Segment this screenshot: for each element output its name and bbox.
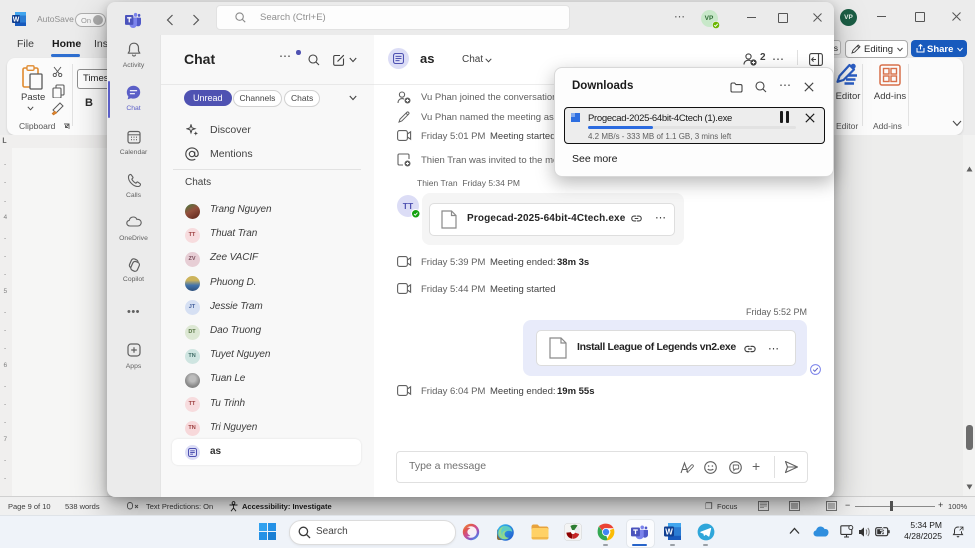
svg-text:W: W — [13, 17, 20, 24]
svg-text:W: W — [665, 527, 673, 536]
